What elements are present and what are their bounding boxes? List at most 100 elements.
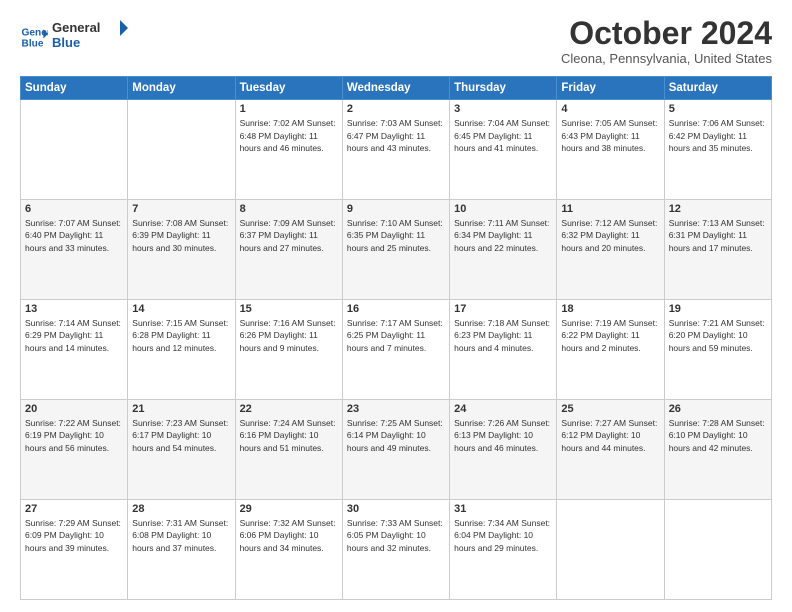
- calendar-cell: [664, 500, 771, 600]
- calendar-cell: 11 Sunrise: 7:12 AM Sunset: 6:32 PM Dayli…: [557, 200, 664, 300]
- day-detail: Sunrise: 7:27 AM Sunset: 6:12 PM Dayligh…: [561, 417, 659, 454]
- day-number: 2: [347, 103, 445, 115]
- day-number: 30: [347, 503, 445, 515]
- calendar-header-friday: Friday: [557, 77, 664, 100]
- logo-icon: General Blue: [20, 23, 48, 51]
- day-number: 21: [132, 403, 230, 415]
- day-detail: Sunrise: 7:10 AM Sunset: 6:35 PM Dayligh…: [347, 217, 445, 254]
- day-detail: Sunrise: 7:11 AM Sunset: 6:34 PM Dayligh…: [454, 217, 552, 254]
- calendar-cell: 24 Sunrise: 7:26 AM Sunset: 6:13 PM Dayli…: [450, 400, 557, 500]
- header: General Blue General Blue October 2024 C…: [20, 16, 772, 66]
- calendar-cell: 10 Sunrise: 7:11 AM Sunset: 6:34 PM Dayli…: [450, 200, 557, 300]
- day-detail: Sunrise: 7:16 AM Sunset: 6:26 PM Dayligh…: [240, 317, 338, 354]
- calendar-cell: 14 Sunrise: 7:15 AM Sunset: 6:28 PM Dayli…: [128, 300, 235, 400]
- calendar-cell: 7 Sunrise: 7:08 AM Sunset: 6:39 PM Daylig…: [128, 200, 235, 300]
- calendar-cell: 31 Sunrise: 7:34 AM Sunset: 6:04 PM Dayli…: [450, 500, 557, 600]
- calendar-cell: 2 Sunrise: 7:03 AM Sunset: 6:47 PM Daylig…: [342, 100, 449, 200]
- day-detail: Sunrise: 7:09 AM Sunset: 6:37 PM Dayligh…: [240, 217, 338, 254]
- day-detail: Sunrise: 7:14 AM Sunset: 6:29 PM Dayligh…: [25, 317, 123, 354]
- day-detail: Sunrise: 7:24 AM Sunset: 6:16 PM Dayligh…: [240, 417, 338, 454]
- day-number: 8: [240, 203, 338, 215]
- calendar-cell: 12Sunrise: 7:13 AM Sunset: 6:31 PM Dayli…: [664, 200, 771, 300]
- day-number: 7: [132, 203, 230, 215]
- calendar-cell: [21, 100, 128, 200]
- day-number: 24: [454, 403, 552, 415]
- calendar-cell: 4Sunrise: 7:05 AM Sunset: 6:43 PM Daylig…: [557, 100, 664, 200]
- calendar-week-4: 20 Sunrise: 7:22 AM Sunset: 6:19 PM Dayli…: [21, 400, 772, 500]
- page: General Blue General Blue October 2024 C…: [0, 0, 792, 612]
- day-number: 17: [454, 303, 552, 315]
- calendar-cell: 15Sunrise: 7:16 AM Sunset: 6:26 PM Dayli…: [235, 300, 342, 400]
- day-detail: Sunrise: 7:22 AM Sunset: 6:19 PM Dayligh…: [25, 417, 123, 454]
- calendar-cell: 9Sunrise: 7:10 AM Sunset: 6:35 PM Daylig…: [342, 200, 449, 300]
- day-number: 29: [240, 503, 338, 515]
- logo-svg: General Blue: [52, 16, 132, 52]
- day-number: 28: [132, 503, 230, 515]
- calendar-cell: 29 Sunrise: 7:32 AM Sunset: 6:06 PM Dayli…: [235, 500, 342, 600]
- logo: General Blue General Blue: [20, 16, 132, 57]
- subtitle: Cleona, Pennsylvania, United States: [561, 51, 772, 66]
- calendar-cell: [557, 500, 664, 600]
- day-detail: Sunrise: 7:04 AM Sunset: 6:45 PM Dayligh…: [454, 117, 552, 154]
- day-detail: Sunrise: 7:08 AM Sunset: 6:39 PM Dayligh…: [132, 217, 230, 254]
- calendar-cell: 26Sunrise: 7:28 AM Sunset: 6:10 PM Dayli…: [664, 400, 771, 500]
- day-detail: Sunrise: 7:32 AM Sunset: 6:06 PM Dayligh…: [240, 517, 338, 554]
- day-detail: Sunrise: 7:33 AM Sunset: 6:05 PM Dayligh…: [347, 517, 445, 554]
- day-number: 25: [561, 403, 659, 415]
- day-detail: Sunrise: 7:17 AM Sunset: 6:25 PM Dayligh…: [347, 317, 445, 354]
- day-number: 22: [240, 403, 338, 415]
- svg-text:Blue: Blue: [52, 35, 80, 50]
- calendar-cell: 27 Sunrise: 7:29 AM Sunset: 6:09 PM Dayli…: [21, 500, 128, 600]
- calendar-week-5: 27 Sunrise: 7:29 AM Sunset: 6:09 PM Dayli…: [21, 500, 772, 600]
- day-detail: Sunrise: 7:34 AM Sunset: 6:04 PM Dayligh…: [454, 517, 552, 554]
- calendar-header-tuesday: Tuesday: [235, 77, 342, 100]
- calendar-cell: 6 Sunrise: 7:07 AM Sunset: 6:40 PM Daylig…: [21, 200, 128, 300]
- calendar-cell: 3 Sunrise: 7:04 AM Sunset: 6:45 PM Daylig…: [450, 100, 557, 200]
- day-number: 19: [669, 303, 767, 315]
- day-number: 23: [347, 403, 445, 415]
- calendar-cell: 5 Sunrise: 7:06 AM Sunset: 6:42 PM Daylig…: [664, 100, 771, 200]
- day-detail: Sunrise: 7:12 AM Sunset: 6:32 PM Dayligh…: [561, 217, 659, 254]
- calendar-cell: 25 Sunrise: 7:27 AM Sunset: 6:12 PM Dayli…: [557, 400, 664, 500]
- calendar-header-row: SundayMondayTuesdayWednesdayThursdayFrid…: [21, 77, 772, 100]
- calendar-header-wednesday: Wednesday: [342, 77, 449, 100]
- calendar-cell: 19Sunrise: 7:21 AM Sunset: 6:20 PM Dayli…: [664, 300, 771, 400]
- day-number: 20: [25, 403, 123, 415]
- day-detail: Sunrise: 7:29 AM Sunset: 6:09 PM Dayligh…: [25, 517, 123, 554]
- day-detail: Sunrise: 7:07 AM Sunset: 6:40 PM Dayligh…: [25, 217, 123, 254]
- calendar-cell: 17Sunrise: 7:18 AM Sunset: 6:23 PM Dayli…: [450, 300, 557, 400]
- calendar-cell: 23 Sunrise: 7:25 AM Sunset: 6:14 PM Dayli…: [342, 400, 449, 500]
- day-number: 6: [25, 203, 123, 215]
- day-detail: Sunrise: 7:25 AM Sunset: 6:14 PM Dayligh…: [347, 417, 445, 454]
- day-number: 31: [454, 503, 552, 515]
- calendar-header-thursday: Thursday: [450, 77, 557, 100]
- day-number: 14: [132, 303, 230, 315]
- day-number: 16: [347, 303, 445, 315]
- calendar-header-monday: Monday: [128, 77, 235, 100]
- day-detail: Sunrise: 7:03 AM Sunset: 6:47 PM Dayligh…: [347, 117, 445, 154]
- day-number: 10: [454, 203, 552, 215]
- svg-text:General: General: [52, 20, 100, 35]
- title-block: October 2024 Cleona, Pennsylvania, Unite…: [561, 16, 772, 66]
- day-detail: Sunrise: 7:31 AM Sunset: 6:08 PM Dayligh…: [132, 517, 230, 554]
- calendar-cell: 1Sunrise: 7:02 AM Sunset: 6:48 PM Daylig…: [235, 100, 342, 200]
- day-detail: Sunrise: 7:26 AM Sunset: 6:13 PM Dayligh…: [454, 417, 552, 454]
- calendar-cell: 18Sunrise: 7:19 AM Sunset: 6:22 PM Dayli…: [557, 300, 664, 400]
- day-number: 11: [561, 203, 659, 215]
- calendar-cell: 22 Sunrise: 7:24 AM Sunset: 6:16 PM Dayli…: [235, 400, 342, 500]
- day-detail: Sunrise: 7:06 AM Sunset: 6:42 PM Dayligh…: [669, 117, 767, 154]
- svg-text:Blue: Blue: [22, 38, 44, 49]
- day-number: 4: [561, 103, 659, 115]
- day-number: 5: [669, 103, 767, 115]
- day-detail: Sunrise: 7:28 AM Sunset: 6:10 PM Dayligh…: [669, 417, 767, 454]
- calendar-cell: [128, 100, 235, 200]
- calendar-week-3: 13Sunrise: 7:14 AM Sunset: 6:29 PM Dayli…: [21, 300, 772, 400]
- day-detail: Sunrise: 7:15 AM Sunset: 6:28 PM Dayligh…: [132, 317, 230, 354]
- day-detail: Sunrise: 7:13 AM Sunset: 6:31 PM Dayligh…: [669, 217, 767, 254]
- day-number: 3: [454, 103, 552, 115]
- calendar-cell: 13Sunrise: 7:14 AM Sunset: 6:29 PM Dayli…: [21, 300, 128, 400]
- calendar-week-1: 1Sunrise: 7:02 AM Sunset: 6:48 PM Daylig…: [21, 100, 772, 200]
- day-detail: Sunrise: 7:02 AM Sunset: 6:48 PM Dayligh…: [240, 117, 338, 154]
- day-number: 27: [25, 503, 123, 515]
- calendar-cell: 8 Sunrise: 7:09 AM Sunset: 6:37 PM Daylig…: [235, 200, 342, 300]
